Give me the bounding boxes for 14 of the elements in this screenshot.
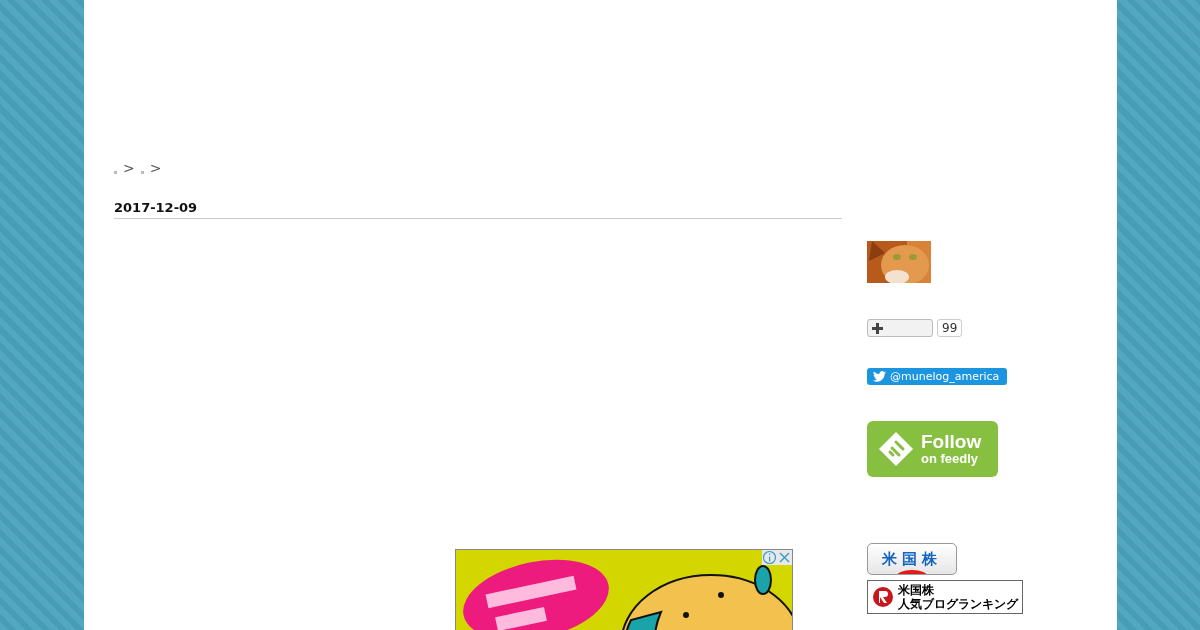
plus-icon: [872, 322, 883, 334]
close-icon[interactable]: [777, 550, 792, 565]
follower-count: 99: [937, 319, 963, 337]
breadcrumb-separator: >: [149, 160, 162, 176]
logo-icon: [872, 586, 894, 608]
info-icon[interactable]: [762, 550, 777, 565]
bird-icon: [873, 371, 886, 382]
breadcrumb-separator: >: [123, 160, 135, 176]
feedly-icon: [877, 430, 915, 468]
twitter-follow-button[interactable]: @munelog_america: [867, 368, 1008, 385]
post-date: 2017-12-09: [114, 200, 842, 219]
ranking-banner[interactable]: 米国株 人気ブログランキング: [867, 580, 1023, 614]
ranking-banner[interactable]: 米国株: [867, 543, 957, 575]
follow-button[interactable]: [867, 319, 933, 337]
